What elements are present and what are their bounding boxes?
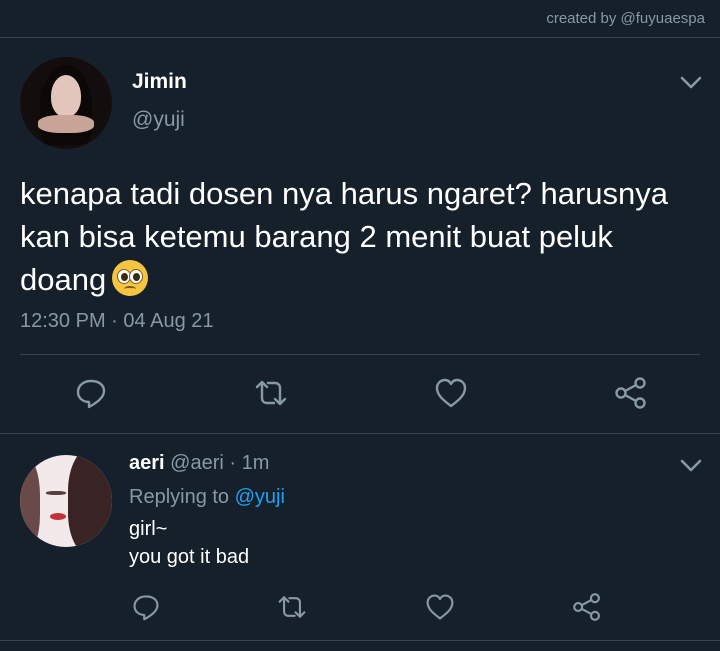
reply-avatar[interactable] [20,455,112,547]
reply-handle[interactable]: @aeri [170,452,224,474]
reply-icon[interactable] [74,376,108,410]
reply-icon[interactable] [131,592,161,622]
divider [20,354,700,355]
like-icon[interactable] [425,592,455,622]
share-icon[interactable] [614,376,648,410]
chevron-down-icon[interactable] [680,459,702,473]
retweet-icon[interactable] [254,376,288,410]
reply-separator: · [229,452,237,474]
divider [0,640,720,641]
replying-to: Replying to @yuji [129,486,285,509]
user-handle[interactable]: @yuji [132,108,185,132]
like-icon[interactable] [434,376,468,410]
chevron-down-icon[interactable] [680,76,702,90]
tweet-text: kenapa tadi dosen nya harus ngaret? haru… [20,172,700,301]
tweet-time: 12:30 PM [20,310,106,332]
divider [0,37,720,38]
display-name[interactable]: Jimin [132,70,187,94]
reply-display-name[interactable]: aeri [129,452,165,474]
replying-prefix: Replying to [129,486,230,508]
meta-separator: · [111,310,118,332]
reply-time[interactable]: 1m [242,452,270,474]
reply-text-line: you got it bad [129,546,250,568]
avatar[interactable] [20,57,112,149]
pleading-face-icon [112,260,149,296]
mention-link[interactable]: @yuji [235,486,285,508]
tweet-date: 04 Aug 21 [123,310,214,332]
divider [0,433,720,434]
reply-text-line: girl~ [129,518,168,540]
share-icon[interactable] [572,592,602,622]
retweet-icon[interactable] [277,592,307,622]
tweet-timestamp[interactable]: 12:30 PM · 04 Aug 21 [20,310,214,333]
reply-header: aeri @aeri · 1m [129,452,269,475]
watermark-credit: created by @fuyuaespa [546,10,705,27]
